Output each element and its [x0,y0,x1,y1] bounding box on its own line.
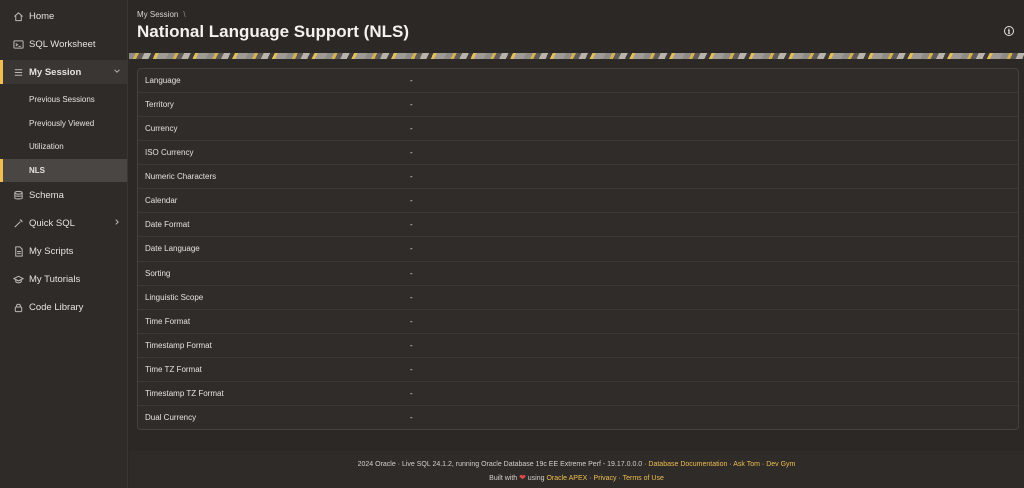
nls-label: Dual Currency [145,413,197,423]
nls-row-sorting: Sorting - [138,262,1018,286]
nls-value: - [410,316,413,326]
nls-row-linguistic-scope: Linguistic Scope - [138,286,1018,310]
nls-value: - [410,148,413,158]
nls-label: Territory [145,100,174,110]
nls-label: ISO Currency [145,148,194,158]
sidebar-item-label: Home [29,10,55,22]
info-icon[interactable]: i [1004,26,1014,36]
terms-of-use-link[interactable]: Terms of Use [623,475,664,482]
built-with-text: Built with [489,475,520,482]
wand-icon [12,217,24,229]
sidebar-item-code-library[interactable]: Code Library [0,295,127,319]
breadcrumb-link-my-session[interactable]: My Session [137,10,178,19]
nls-row-dual-currency: Dual Currency - [138,406,1018,429]
breadcrumb: My Session \ [137,10,186,19]
sidebar-item-label: Code Library [29,301,84,313]
nls-row-language: Language - [138,69,1018,94]
lock-icon [12,301,24,313]
sidebar-item-schema[interactable]: Schema [0,183,127,207]
nls-value: - [410,76,413,86]
ask-tom-link[interactable]: Ask Tom [733,461,760,468]
nls-row-iso-currency: ISO Currency - [138,141,1018,166]
nls-value: - [410,340,413,350]
sidebar-item-label: My Session [29,66,82,78]
sidebar-item-label: Schema [29,189,64,201]
nls-row-date-language: Date Language - [138,237,1018,262]
sidebar-item-label: SQL Worksheet [29,38,96,50]
my-session-submenu: Previous Sessions Previously Viewed Util… [0,88,127,182]
sidebar-item-label: My Scripts [29,245,74,257]
sidebar-subitem-previously-viewed[interactable]: Previously Viewed [0,112,127,136]
nls-row-time-tz-format: Time TZ Format - [138,358,1018,382]
sidebar-item-home[interactable]: Home [0,4,127,28]
nls-value: - [410,220,413,230]
page-title: National Language Support (NLS) [137,22,409,41]
sidebar-item-my-session[interactable]: My Session [0,60,127,84]
footer-line-2: Built with ❤ using Oracle APEX · Privacy… [129,473,1024,482]
nls-label: Currency [145,124,178,134]
nls-row-currency: Currency - [138,117,1018,142]
chevron-right-icon[interactable] [113,218,121,228]
nls-label: Sorting [145,268,171,278]
nls-label: Date Language [145,244,200,254]
using-text: using [525,475,547,482]
nls-label: Calendar [145,196,178,206]
nls-value: - [410,100,413,110]
dev-gym-link[interactable]: Dev Gym [766,461,795,468]
sidebar-item-my-scripts[interactable]: My Scripts [0,239,127,263]
nls-row-date-format: Date Format - [138,213,1018,238]
nls-details-panel: Language - Territory - Currency - ISO Curre… [137,68,1019,430]
database-documentation-link[interactable]: Database Documentation [648,461,727,468]
nls-value: - [410,244,413,254]
nls-value: - [410,268,413,278]
database-icon [12,189,24,201]
page-header: My Session \ National Language Support (N… [129,0,1024,53]
nls-label: Time Format [145,316,191,326]
sidebar-item-label: My Tutorials [29,273,81,285]
home-icon [12,10,24,22]
nls-value: - [410,124,413,134]
nls-row-calendar: Calendar - [138,189,1018,214]
nls-value: - [410,292,413,302]
footer-copyright: 2024 Oracle · Live SQL 24.1.2, running O… [357,461,649,468]
sidebar: Home SQL Worksheet My Session Previous S… [0,0,128,488]
footer-line-1: 2024 Oracle · Live SQL 24.1.2, running O… [129,461,1024,468]
heart-icon: ❤ [519,473,526,482]
nls-row-timestamp-tz-format: Timestamp TZ Format - [138,382,1018,406]
terminal-icon [12,38,24,50]
page-footer: 2024 Oracle · Live SQL 24.1.2, running O… [129,451,1024,488]
nls-row-territory: Territory - [138,93,1018,118]
nls-label: Date Format [145,220,190,230]
nls-label: Time TZ Format [145,364,202,374]
sidebar-item-quick-sql[interactable]: Quick SQL [0,211,127,235]
chevron-down-icon[interactable] [113,67,121,77]
privacy-link[interactable]: Privacy [594,475,617,482]
sidebar-subitem-previous-sessions[interactable]: Previous Sessions [0,88,127,112]
sidebar-item-sql-worksheet[interactable]: SQL Worksheet [0,32,127,56]
nls-value: - [410,196,413,206]
breadcrumb-separator: \ [183,10,186,19]
nls-value: - [410,364,413,374]
oracle-apex-link[interactable]: Oracle APEX [546,475,587,482]
menu-icon [12,66,24,78]
nls-label: Linguistic Scope [145,292,204,302]
sidebar-subitem-utilization[interactable]: Utilization [0,135,127,159]
nls-value: - [410,172,413,182]
nls-label: Timestamp TZ Format [145,388,224,398]
nls-label: Timestamp Format [145,340,212,350]
nls-label: Language [145,76,181,86]
nls-row-numeric-characters: Numeric Characters - [138,165,1018,190]
sidebar-item-label: Quick SQL [29,217,75,229]
nls-value: - [410,413,413,423]
sidebar-item-my-tutorials[interactable]: My Tutorials [0,267,127,291]
graduation-cap-icon [12,273,24,285]
nls-label: Numeric Characters [145,172,217,182]
file-icon [12,245,24,257]
sidebar-subitem-nls[interactable]: NLS [0,158,127,182]
nls-value: - [410,388,413,398]
nls-row-timestamp-format: Timestamp Format - [138,334,1018,358]
decorative-banner [129,53,1024,59]
nls-row-time-format: Time Format - [138,310,1018,334]
